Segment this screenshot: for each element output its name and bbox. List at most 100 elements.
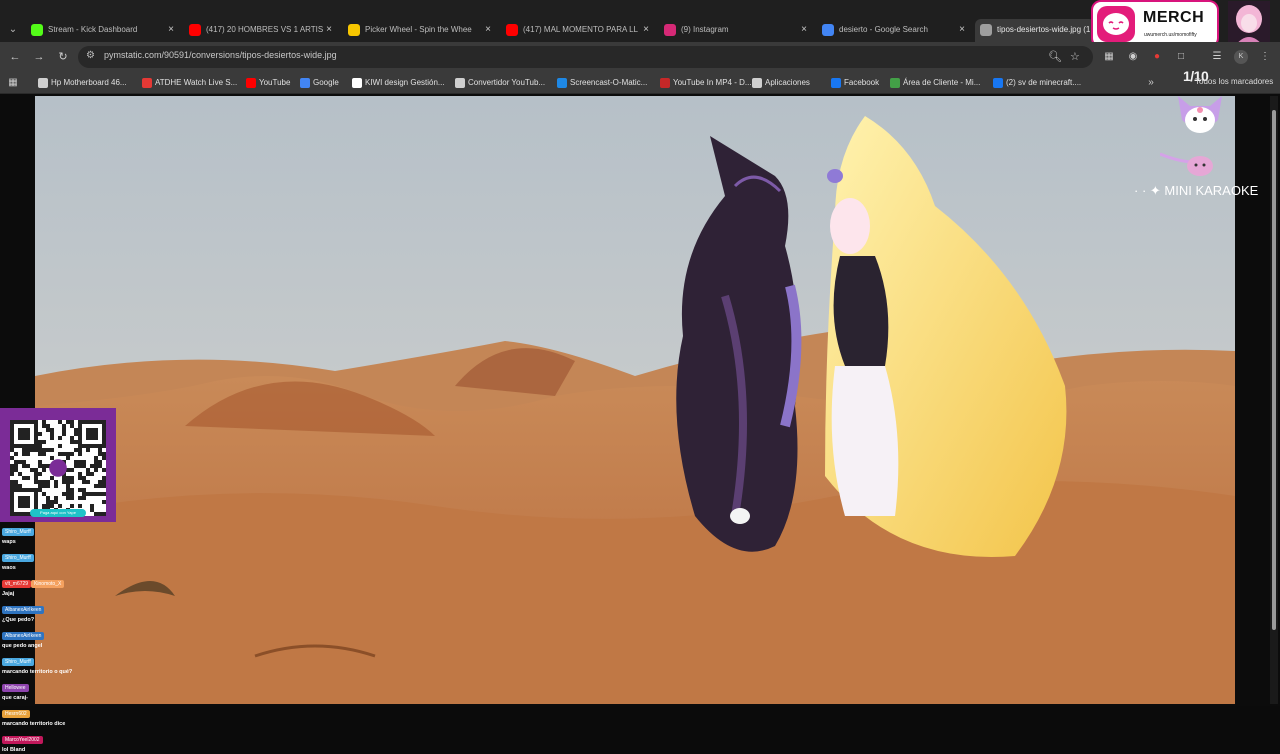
zoom-icon[interactable]: 🔍︎ [1048,50,1062,63]
extension-icon[interactable]: ▦ [1102,50,1116,64]
address-bar[interactable]: ⚙ pymstatic.com/90591/conversions/tipos-… [78,46,1093,68]
kick-icon [31,24,43,36]
qr-code-icon [10,420,106,516]
all-bookmarks-link[interactable]: Todos los marcadores [1195,77,1273,86]
bookmark-item[interactable]: Screencast-O-Matic... [557,76,647,90]
payment-qr-panel [0,408,116,522]
facebook-icon [993,78,1003,88]
mp4-icon [660,78,670,88]
chat-username: Kinomoto_X [31,580,65,588]
chat-username: Hesrn602 [2,710,30,718]
chat-message: que caraj- [2,695,28,701]
bookmark-item[interactable]: Google [300,76,339,90]
youtube-icon [189,24,201,36]
bookmark-label: (2) sv de minecraft.... [1006,78,1082,87]
bookmark-item[interactable]: YouTube [246,76,290,90]
kiwi-icon [352,78,362,88]
menu-icon[interactable]: ⋮ [1258,50,1272,64]
bookmark-label: Google [313,78,339,87]
cast-icon[interactable]: ☰ [1210,50,1224,64]
streamer-avatar [1228,1,1270,47]
forward-icon[interactable]: → [32,50,46,64]
chat-message: marcando territorio dice [2,721,66,727]
page-icon [38,78,48,88]
bookmark-item[interactable]: Aplicaciones [752,76,810,90]
chat-message: marcando territorio o qué? [2,669,73,675]
tab-7[interactable]: tipos-desiertos-wide.jpg (1 [975,19,1095,42]
client-area-icon [890,78,900,88]
chat-message: waps [2,539,16,545]
bookmark-label: YouTube In MP4 - D... [673,78,752,87]
profile-icon[interactable]: K [1234,50,1248,64]
bookmark-label: Hp Motherboard 46... [51,78,127,87]
close-tab-icon[interactable]: × [326,19,332,40]
site-info-icon[interactable]: ⚙ [86,50,95,61]
atdhe-icon [142,78,152,88]
karaoke-text: MINI KARAOKE [1164,183,1259,198]
close-tab-icon[interactable]: × [959,19,965,40]
url-text: pymstatic.com/90591/conversions/tipos-de… [104,50,337,60]
merch-logo-icon [1097,6,1135,42]
bookmark-item[interactable]: Área de Cliente - Mi... [890,76,980,90]
merch-url: uwumerch.us/momofifty [1144,32,1197,38]
chat-username: Shiro_Murff [2,658,34,666]
tab-5[interactable]: (9) Instagram × [659,19,813,42]
tab-4[interactable]: (417) MAL MOMENTO PARA LL × [501,19,655,42]
chat-username: AlbanexAirIkeen [2,606,45,614]
puzzle-icon[interactable]: □ [1174,50,1188,64]
tab-label: Stream - Kick Dashboard [48,25,138,34]
scrollbar-thumb[interactable] [1272,110,1276,630]
bookmark-item[interactable]: KIWI design Gestión... [352,76,445,90]
chat-username: Shiro_Murff [2,528,34,536]
close-tab-icon[interactable]: × [643,19,649,40]
google-icon [300,78,310,88]
bookmark-label: Aplicaciones [765,78,810,87]
tab-1[interactable]: Stream - Kick Dashboard × [26,19,180,42]
tab-label: (9) Instagram [681,25,729,34]
close-tab-icon[interactable]: × [168,19,174,40]
close-tab-icon[interactable]: × [485,19,491,40]
tab-search-icon[interactable]: ⌄ [4,22,22,38]
apps-icon [752,78,762,88]
apps-grid-icon[interactable]: ▦ [6,76,20,90]
tab-label: tipos-desiertos-wide.jpg (1 [997,25,1091,34]
address-toolbar: ← → ↻ ⚙ pymstatic.com/90591/conversions/… [0,42,1280,72]
desert-image [35,96,1235,704]
stream-chat: Shiro_Murff waps Shiro_Murff waos vlt_m6729 K… [2,520,82,754]
chat-username: Shiro_Murff [2,554,34,562]
chat-username: MarcoYeel2002 [2,736,43,744]
bookmark-label: Facebook [844,78,880,87]
tab-3[interactable]: Picker Wheel - Spin the Whee × [343,19,497,42]
instagram-icon [664,24,676,36]
bookmark-item[interactable]: (2) sv de minecraft.... [993,76,1081,90]
bookmark-item[interactable]: Facebook [831,76,879,90]
bookmark-label: Screencast-O-Matic... [570,78,648,87]
image-icon [980,24,992,36]
page-icon [455,78,465,88]
bookmark-label: ATDHE Watch Live S... [155,78,238,87]
bookmark-item[interactable]: Hp Motherboard 46... [38,76,127,90]
bookmark-star-icon[interactable]: ☆ [1070,50,1080,63]
bookmarks-overflow-icon[interactable]: » [1144,76,1158,90]
tab-2[interactable]: (417) 20 HOMBRES VS 1 ARTIS × [184,19,338,42]
bookmark-label: Área de Cliente - Mi... [903,78,981,87]
bookmarks-bar: ▦ Hp Motherboard 46... ATDHE Watch Live S… [0,72,1280,94]
tab-6[interactable]: desierto - Google Search × [817,19,971,42]
bookmark-item[interactable]: Convertidor YouTub... [455,76,545,90]
chat-message: waos [2,565,16,571]
bookmark-item[interactable]: ATDHE Watch Live S... [142,76,237,90]
extension-icon[interactable]: ◉ [1126,50,1140,64]
wheel-icon [348,24,360,36]
record-extension-icon[interactable]: ● [1150,50,1164,64]
back-icon[interactable]: ← [8,50,22,64]
google-icon [822,24,834,36]
bookmark-item[interactable]: YouTube In MP4 - D... [660,76,752,90]
tab-label: desierto - Google Search [839,25,928,34]
kuromi-plush-icon [1159,148,1216,180]
chat-username: AlbanexAirIkeen [2,632,45,640]
close-tab-icon[interactable]: × [801,19,807,40]
chat-message: ¿Que pedo? [2,617,35,623]
chat-message: Jajaj [2,591,15,597]
reload-icon[interactable]: ↻ [56,50,70,64]
kuromi-mascot-icon [1168,86,1232,138]
